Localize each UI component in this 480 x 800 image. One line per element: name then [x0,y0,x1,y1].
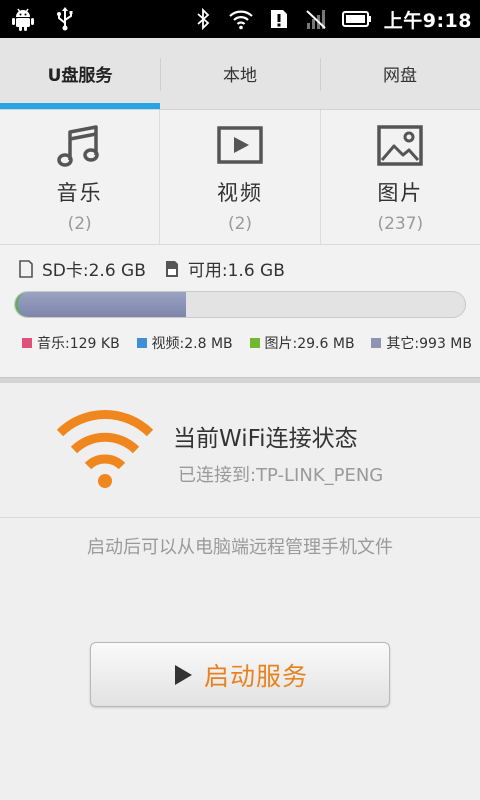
legend-music-label: 音乐:129 KB [37,336,120,352]
legend-pictures: 图片:29.6 MB [249,333,355,353]
sd-alert-icon [270,10,287,28]
video-count: (2) [227,214,253,234]
play-icon [174,664,192,685]
tab-u-disk-service[interactable]: U盘服务 [0,38,160,109]
android-icon [12,8,34,31]
status-bar: 上午9:18 [0,0,480,38]
remote-manage-hint: 启动后可以从电脑端远程管理手机文件 [87,537,393,558]
clock-text: 上午9:18 [383,9,472,32]
wifi-panel: 当前WiFi连接状态 已连接到:TP-LINK_PENG 启动后可以从电脑端远程… [0,383,480,800]
available-text: 可用:1.6 GB [187,261,285,281]
wifi-status-title: 当前WiFi连接状态 [173,426,358,452]
start-service-label: 启动服务 [203,661,308,691]
legend-video-label: 视频:2.8 MB [151,336,233,352]
storage-legend: 音乐:129 KB 视频:2.8 MB 图片:29.6 MB 其它:993 MB [22,333,472,353]
wifi-status-icon [56,410,154,488]
tab-cloud-disk[interactable]: 网盘 [320,38,480,109]
legend-pictures-label: 图片:29.6 MB [264,336,355,352]
video-card[interactable]: 视频 (2) [159,110,319,244]
picture-icon [377,125,424,166]
storage-summary: SD卡:2.6 GB 可用:1.6 GB [18,256,285,281]
sd-total-text: SD卡:2.6 GB [42,261,146,281]
tab-local[interactable]: 本地 [160,38,320,109]
music-label: 音乐 [56,181,103,205]
storage-usage-bar [14,291,466,318]
pictures-card[interactable]: 图片 (237) [319,110,480,244]
storage-usage-fill [15,292,186,317]
pictures-label: 图片 [377,181,424,205]
wifi-icon [228,10,253,30]
battery-icon [341,11,371,27]
bluetooth-icon [197,7,210,31]
sd-card-icon [19,259,33,278]
start-service-button[interactable]: 启动服务 [90,642,390,707]
usb-icon [57,7,73,31]
music-card[interactable]: 音乐 (2) [0,110,159,244]
legend-video: 视频:2.8 MB [136,333,233,353]
music-note-icon [56,125,99,167]
media-categories: 音乐 (2) 视频 (2) 图片 (237) [0,110,480,245]
legend-other-label: 其它:993 MB [386,336,472,352]
legend-other: 其它:993 MB [371,333,472,353]
wifi-connected-text: 已连接到:TP-LINK_PENG [178,465,384,486]
legend-swatch-music [22,338,32,348]
no-signal-icon [306,10,326,29]
sd-available-icon [165,260,178,277]
tab-bar: U盘服务 本地 网盘 [0,38,480,110]
legend-swatch-other [371,338,382,348]
legend-swatch-video [136,338,147,348]
wifi-separator [0,517,480,518]
video-label: 视频 [216,181,263,205]
legend-swatch-pictures [249,338,260,348]
pictures-count: (237) [377,214,424,234]
legend-music: 音乐:129 KB [22,333,120,353]
video-play-icon [217,126,263,164]
storage-panel: SD卡:2.6 GB 可用:1.6 GB 音乐:129 KB 视频:2.8 MB… [0,245,480,380]
music-count: (2) [67,214,92,234]
